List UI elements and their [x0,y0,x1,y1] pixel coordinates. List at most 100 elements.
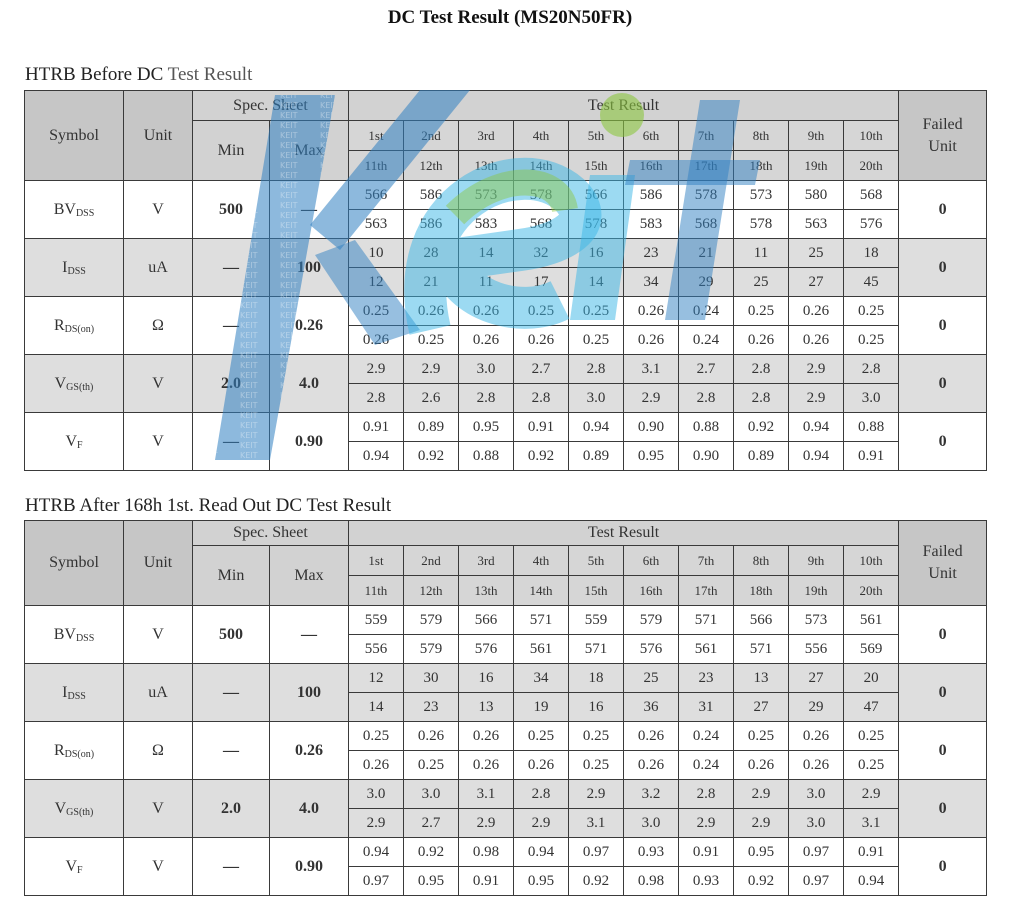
unit-cell: V [123,837,193,896]
result-cell: 579 [403,634,459,664]
result-cell: 0.95 [458,412,514,442]
document-title: DC Test Result (MS20N50FR) [387,7,633,28]
header-sample: 1st [348,120,404,151]
result-cell: 3.0 [458,354,514,384]
symbol-cell: VGS(th) [24,354,124,413]
result-cell: 0.26 [458,325,514,355]
header-spec-sheet: Spec. Sheet [192,520,349,546]
unit-cell: uA [123,238,193,297]
result-cell: 0.25 [733,296,789,326]
result-cell: 13 [733,663,789,693]
result-cell: 0.26 [403,721,459,751]
result-cell: 27 [788,663,844,693]
header-sample: 14th [513,575,569,606]
symbol-subscript: F [77,439,83,451]
result-cell: 0.26 [348,325,404,355]
spec-min-cell: — [192,663,270,722]
header-sample: 2nd [403,120,459,151]
result-cell: 23 [403,692,459,722]
result-cell: 0.98 [458,837,514,867]
result-cell: 556 [348,634,404,664]
result-cell: 563 [348,209,404,239]
result-cell: 583 [458,209,514,239]
unit-cell: V [123,605,193,664]
result-cell: 27 [733,692,789,722]
result-cell: 2.8 [513,383,569,413]
result-cell: 2.9 [348,354,404,384]
result-cell: 579 [403,605,459,635]
header-sample: 8th [733,120,789,151]
result-cell: 0.92 [733,412,789,442]
result-cell: 0.25 [842,325,900,355]
symbol-main: V [54,799,67,817]
unit-cell: Ω [123,296,193,355]
result-cell: 3.0 [842,383,900,413]
unit-cell: V [123,180,193,239]
header-sample: 4th [513,120,569,151]
result-cell: 573 [733,180,789,210]
spec-max-cell: 4.0 [269,354,349,413]
result-cell: 25 [623,663,679,693]
result-cell: 2.8 [842,354,900,384]
result-cell: 579 [623,605,679,635]
section-title-before: HTRB Before DC Test Result [25,64,252,86]
result-cell: 0.25 [842,721,900,751]
result-cell: 0.89 [403,412,459,442]
header-symbol: Symbol [24,520,124,606]
result-cell: 3.0 [568,383,624,413]
result-cell: 576 [458,634,514,664]
result-cell: 0.90 [678,441,734,471]
result-cell: 3.0 [788,808,844,838]
spec-min-cell: — [192,296,270,355]
result-cell: 3.1 [842,808,900,838]
result-cell: 2.8 [733,383,789,413]
result-cell: 0.92 [403,441,459,471]
unit-cell: V [123,779,193,838]
header-symbol: Symbol [24,90,124,181]
result-cell: 566 [348,180,404,210]
section-title-after: HTRB After 168h 1st. Read Out DC Test Re… [25,495,391,517]
header-sample: 11th [348,150,404,181]
result-cell: 3.0 [403,779,459,809]
result-cell: 0.94 [568,412,624,442]
result-cell: 569 [842,634,900,664]
result-cell: 0.24 [678,721,734,751]
header-sample: 18th [733,575,789,606]
table-row: RDS(on) Ω —0.26 0.25 0.26 0.26 0.25 0.25 0.26 0.2… [24,296,988,355]
result-cell: 0.93 [623,837,679,867]
result-cell: 2.8 [678,779,734,809]
spec-min-cell: — [192,837,270,896]
spec-max-cell: 0.26 [269,296,349,355]
result-cell: 14 [458,238,514,268]
result-cell: 0.95 [513,866,569,896]
header-unit: Unit [123,90,193,181]
result-cell: 561 [678,634,734,664]
result-cell: 10 [348,238,404,268]
result-cell: 0.92 [513,441,569,471]
result-cell: 566 [458,605,514,635]
result-cell: 29 [678,267,734,297]
table-row: IDSS uA —100 12 30 16 34 18 25 23 13 27 20 0 [24,663,988,722]
spec-min-cell: 2.0 [192,354,270,413]
result-cell: 2.7 [513,354,569,384]
header-sample: 2nd [403,545,459,576]
result-cell: 0.92 [568,866,624,896]
header-sample: 15th [568,575,624,606]
result-cell: 0.25 [842,750,900,780]
result-cell: 25 [733,267,789,297]
result-cell: 563 [788,209,844,239]
failed-unit-cell: 0 [898,180,988,239]
failed-unit-cell: 0 [898,837,988,896]
result-cell: 3.1 [623,354,679,384]
result-cell: 0.88 [678,412,734,442]
result-cell: 0.26 [458,750,514,780]
result-cell: 559 [568,605,624,635]
header-failed-unit: Failed Unit [898,90,988,181]
result-cell: 2.8 [568,354,624,384]
header-sample: 6th [623,120,679,151]
result-cell: 566 [733,605,789,635]
result-cell: 571 [733,634,789,664]
header-sample: 7th [678,545,734,576]
result-cell: 18 [568,663,624,693]
result-cell: 2.8 [348,383,404,413]
